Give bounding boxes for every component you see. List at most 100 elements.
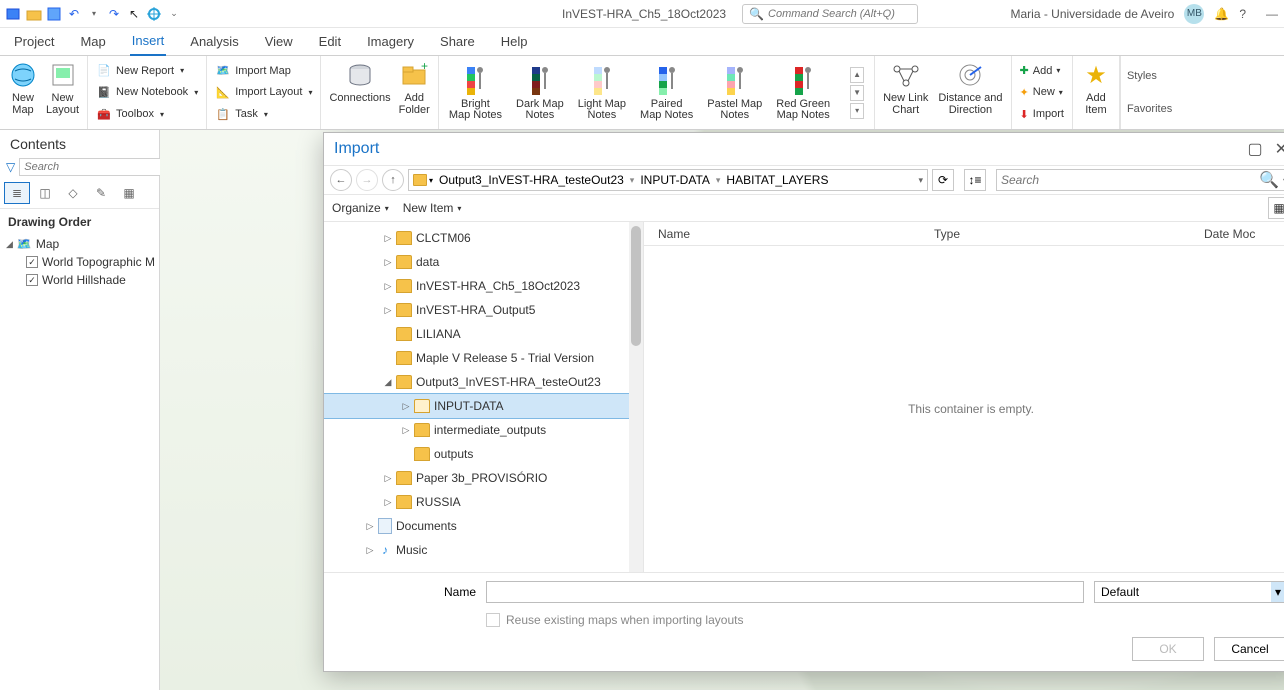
gallery-item[interactable]: Bright Map Notes [449,65,502,121]
tree-node[interactable]: ▷data [324,250,643,274]
gallery-scroll-down-icon[interactable]: ▼ [850,85,864,101]
tree-node[interactable]: ▷InVEST-HRA_Output5 [324,298,643,322]
command-search[interactable]: 🔍 [742,4,918,24]
notifications-icon[interactable]: 🔔 [1214,7,1229,21]
dialog-folder-tree[interactable]: ▷CLCTM06▷data▷InVEST-HRA_Ch5_18Oct2023▷I… [324,222,644,572]
tab-analysis[interactable]: Analysis [188,30,240,55]
open-project-icon[interactable] [26,6,42,22]
gallery-item[interactable]: Red Green Map Notes [776,65,830,121]
expand-icon[interactable]: ▷ [400,401,412,412]
breadcrumb-1[interactable]: INPUT-DATA [640,173,710,187]
organize-dropdown[interactable]: Organize▾ [332,201,389,215]
new-report-button[interactable]: 📄New Report▾ [96,61,184,81]
list-by-editing-icon[interactable]: ✎ [88,182,114,204]
map-notes-gallery[interactable]: Bright Map Notes Dark Map Notes Light Map … [439,56,875,129]
add-folder-button[interactable]: + Add Folder [399,60,430,127]
col-date[interactable]: Date Moc [1204,227,1284,241]
tree-node[interactable]: ◢Output3_InVEST-HRA_testeOut23 [324,370,643,394]
new-project-icon[interactable] [6,6,22,22]
list-by-selection-icon[interactable]: ◇ [60,182,86,204]
gallery-scroll-up-icon[interactable]: ▲ [850,67,864,83]
filter-select[interactable]: Default ▾ [1094,581,1284,603]
user-name[interactable]: Maria - Universidade de Aveiro [1011,7,1175,21]
gallery-item[interactable]: Paired Map Notes [640,65,693,121]
expand-icon[interactable]: ▷ [382,257,394,268]
up-button[interactable]: ↑ [382,169,404,191]
tree-node[interactable]: ▷InVEST-HRA_Ch5_18Oct2023 [324,274,643,298]
expand-icon[interactable]: ▷ [364,521,376,532]
tree-node[interactable]: ▷♪Music [324,538,643,562]
breadcrumb-dropdown-icon[interactable]: ▾ [918,175,923,186]
gallery-item[interactable]: Light Map Notes [578,65,626,121]
tree-node[interactable]: ▷CLCTM06 [324,226,643,250]
toc-layer[interactable]: ✓World Hillshade [4,271,159,289]
save-project-icon[interactable] [46,6,62,22]
refresh-button[interactable]: ⟳ [932,169,954,191]
map-view[interactable]: Douro International Natural Park ibes of… [160,130,1284,690]
import-map-button[interactable]: 🗺️Import Map [215,61,291,81]
breadcrumb-2[interactable]: HABITAT_LAYERS [726,173,828,187]
expand-icon[interactable]: ◢ [382,377,394,388]
forward-button[interactable]: → [356,169,378,191]
tree-node[interactable]: ▷intermediate_outputs [324,418,643,442]
gallery-item[interactable]: Pastel Map Notes [707,65,762,121]
add-item-button[interactable]: ★ Add Item [1081,60,1111,127]
new-layout-button[interactable]: New Layout [46,60,79,127]
gallery-expand-icon[interactable]: ▾ [850,103,864,119]
explore-tool-icon[interactable] [146,6,162,22]
distance-direction-button[interactable]: Distance and Direction [938,60,1002,127]
minimize-icon[interactable]: — [1266,7,1278,21]
user-avatar[interactable]: MB [1184,4,1204,24]
search-icon[interactable]: 🔍 [1259,170,1279,190]
toolbox-button[interactable]: 🧰Toolbox▾ [96,104,164,124]
qat-customize-icon[interactable]: ⌄ [166,6,182,22]
new-map-button[interactable]: New Map [8,60,38,127]
tree-node[interactable]: ▷Paper 3b_PROVISÓRIO [324,466,643,490]
gallery-item[interactable]: Dark Map Notes [516,65,564,121]
new-button[interactable]: ✦New▾ [1020,82,1063,102]
tree-node[interactable]: ▷RUSSIA [324,490,643,514]
location-type-icon[interactable]: ▾ [413,174,433,186]
tree-node[interactable]: ▷INPUT-DATA [324,394,643,418]
view-mode-button[interactable]: ▦ [1268,197,1284,219]
breadcrumb-0[interactable]: Output3_InVEST-HRA_testeOut23 [439,173,624,187]
list-by-drawing-order-icon[interactable]: ≣ [4,182,30,204]
tree-node[interactable]: ▷Documents [324,514,643,538]
tree-scrollbar[interactable] [629,222,643,572]
reuse-maps-checkbox[interactable] [486,613,500,627]
chevron-right-icon[interactable]: ▾ [630,175,635,186]
tab-view[interactable]: View [263,30,295,55]
tree-node[interactable]: LILIANA [324,322,643,346]
add-button[interactable]: ✚Add▾ [1020,61,1061,81]
task-button[interactable]: 📋Task▾ [215,104,268,124]
sort-button[interactable]: ↕≡ [964,169,986,191]
toc-layer[interactable]: ✓World Topographic M [4,253,159,271]
chevron-down-icon[interactable]: ▾ [1271,582,1284,602]
chevron-right-icon[interactable]: ▾ [716,175,721,186]
expand-icon[interactable]: ▷ [382,233,394,244]
ok-button[interactable]: OK [1132,637,1204,661]
list-by-source-icon[interactable]: ◫ [32,182,58,204]
tab-project[interactable]: Project [12,30,56,55]
layer-visibility-checkbox[interactable]: ✓ [26,256,38,268]
filter-icon[interactable]: ▽ [6,160,15,174]
breadcrumb-bar[interactable]: ▾ Output3_InVEST-HRA_testeOut23 ▾ INPUT-… [408,169,928,191]
expand-icon[interactable]: ▷ [364,545,376,556]
list-by-snapping-icon[interactable]: ▦ [116,182,142,204]
help-icon[interactable]: ? [1239,7,1246,21]
tree-node[interactable]: Maple V Release 5 - Trial Version [324,346,643,370]
tab-imagery[interactable]: Imagery [365,30,416,55]
tab-edit[interactable]: Edit [317,30,343,55]
import-button[interactable]: ⬇Import [1020,104,1064,124]
tab-share[interactable]: Share [438,30,477,55]
tab-map[interactable]: Map [78,30,107,55]
close-icon[interactable]: ✕ [1275,139,1284,159]
undo-icon[interactable]: ↶ [66,6,82,22]
expand-icon[interactable]: ▷ [382,473,394,484]
scrollbar-thumb[interactable] [631,226,641,346]
redo-icon[interactable]: ↷ [106,6,122,22]
import-layout-button[interactable]: 📐Import Layout▾ [215,82,312,102]
tab-insert[interactable]: Insert [130,29,167,56]
contents-search-input[interactable] [19,158,172,176]
toc-map-node[interactable]: ◢ 🗺️ Map [4,235,159,253]
